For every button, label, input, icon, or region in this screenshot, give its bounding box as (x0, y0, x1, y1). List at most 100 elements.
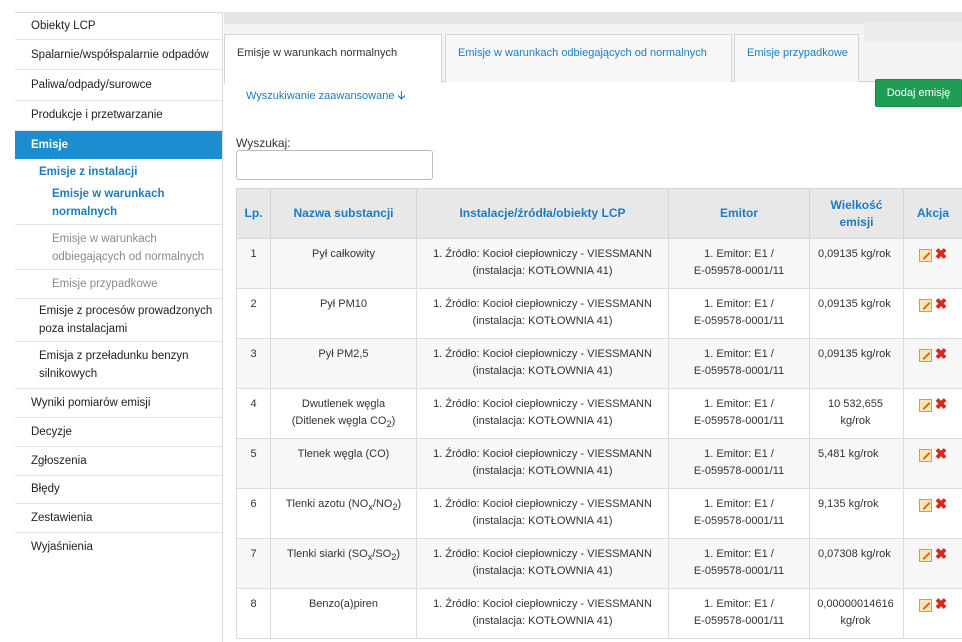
sidebar-item-paliwa[interactable]: Paliwa/odpady/surowce (15, 70, 222, 101)
emitter-code: E-059578-0001/11 (693, 415, 785, 427)
cell-lp: 1 (236, 238, 271, 289)
cell-emitter: 1. Emitor: E1 / E-059578-0001/11 (668, 388, 810, 439)
substance-mid: /SO (372, 548, 392, 560)
table-row: 6 Tlenki azotu (NOx/NO2) 1. Źródło: Koci… (236, 488, 962, 539)
sidebar-item-decyzje[interactable]: Decyzje (15, 418, 222, 447)
delete-icon[interactable]: ✖ (935, 397, 948, 412)
sidebar-item-wyniki-pomiarow[interactable]: Wyniki pomiarów emisji (15, 389, 222, 418)
cell-emitter: 1. Emitor: E1 / E-059578-0001/11 (668, 538, 810, 589)
installation-line: (instalacja: KOTŁOWNIA 41) (472, 465, 613, 477)
sidebar: Obiekty LCP Spalarnie/współspalarnie odp… (15, 12, 223, 642)
substance-name: Tlenki siarki (SO (287, 548, 368, 560)
sidebar-item-spalarnie[interactable]: Spalarnie/współspalarnie odpadów (15, 40, 222, 70)
sidebar-item-emisje-przypadkowe[interactable]: Emisje przypadkowe (15, 270, 222, 299)
table-row: 7 Tlenki siarki (SOx/SO2) 1. Źródło: Koc… (236, 538, 962, 589)
cell-action: ✖ (903, 588, 962, 639)
delete-icon[interactable]: ✖ (935, 347, 948, 362)
sidebar-item-emisje-z-instalacji[interactable]: Emisje z instalacji (15, 159, 222, 182)
header-installation[interactable]: Instalacje/źródła/obiekty LCP (416, 188, 669, 239)
substance-suffix: ) (391, 415, 396, 427)
cell-emitter: 1. Emitor: E1 / E-059578-0001/11 (668, 238, 810, 289)
advanced-search-link[interactable]: Wyszukiwanie zaawansowane 🡣 (246, 87, 405, 106)
cell-amount: 0,00000014616 kg/rok (809, 588, 904, 639)
installation-line: (instalacja: KOTŁOWNIA 41) (472, 515, 613, 527)
header-amount[interactable]: Wielkość emisji (809, 188, 904, 239)
cell-emitter: 1. Emitor: E1 / E-059578-0001/11 (668, 288, 810, 339)
delete-icon[interactable]: ✖ (935, 547, 948, 562)
cell-emitter: 1. Emitor: E1 / E-059578-0001/11 (668, 338, 810, 389)
cell-lp: 8 (236, 588, 271, 639)
cell-installation: 1. Źródło: Kocioł ciepłowniczy - VIESSMA… (416, 238, 669, 289)
header-amount-line1: Wielkość (830, 197, 883, 212)
table-row: 2 Pył PM10 1. Źródło: Kocioł ciepłownicz… (236, 288, 962, 339)
cell-amount: 9,135 kg/rok (809, 488, 904, 539)
delete-icon[interactable]: ✖ (935, 597, 948, 612)
cell-lp: 2 (236, 288, 271, 339)
edit-icon[interactable] (918, 449, 932, 463)
table-row: 1 Pył całkowity 1. Źródło: Kocioł ciepło… (236, 238, 962, 289)
emitter-code: E-059578-0001/11 (693, 565, 785, 577)
delete-icon[interactable]: ✖ (935, 497, 948, 512)
sidebar-item-emisje-normalne[interactable]: Emisje w warunkach normalnych (15, 182, 222, 225)
cell-action: ✖ (903, 388, 962, 439)
cell-lp: 4 (236, 388, 271, 439)
edit-icon[interactable] (918, 549, 932, 563)
tab-emisje-odbiegajace[interactable]: Emisje w warunkach odbiegających od norm… (445, 34, 732, 82)
add-emission-button[interactable]: Dodaj emisję (875, 79, 962, 107)
sidebar-item-produkcje[interactable]: Produkcje i przetwarzanie (15, 101, 222, 131)
edit-icon[interactable] (918, 499, 932, 513)
tab-emisje-normalne[interactable]: Emisje w warunkach normalnych (224, 34, 442, 83)
installation-line: (instalacja: KOTŁOWNIA 41) (472, 315, 613, 327)
substance-mid: /NO (372, 498, 393, 510)
edit-icon[interactable] (918, 249, 932, 263)
delete-icon[interactable]: ✖ (935, 447, 948, 462)
sidebar-item-emisja-przeladunek[interactable]: Emisja z przeładunku benzyn silnikowych (15, 342, 222, 389)
edit-icon[interactable] (918, 599, 932, 613)
source-line: 1. Źródło: Kocioł ciepłowniczy - VIESSMA… (433, 548, 652, 560)
header-amount-line2: emisji (839, 214, 874, 229)
cell-installation: 1. Źródło: Kocioł ciepłowniczy - VIESSMA… (416, 538, 669, 589)
search-input[interactable] (236, 150, 433, 180)
edit-icon[interactable] (918, 299, 932, 313)
delete-icon[interactable]: ✖ (935, 297, 948, 312)
table-row: 8 Benzo(a)piren 1. Źródło: Kocioł ciepło… (236, 588, 962, 639)
header-emitter[interactable]: Emitor (668, 188, 810, 239)
substance-name: Tlenki azotu (NO (285, 498, 369, 510)
sidebar-item-zgloszenia[interactable]: Zgłoszenia (15, 447, 222, 476)
cell-action: ✖ (903, 238, 962, 289)
emissions-table: Lp. Nazwa substancji Instalacje/źródła/o… (236, 188, 962, 639)
cell-lp: 5 (236, 438, 271, 489)
cell-action: ✖ (903, 488, 962, 539)
cell-substance: Tlenki azotu (NOx/NO2) (270, 488, 417, 539)
table-header-row: Lp. Nazwa substancji Instalacje/źródła/o… (236, 188, 962, 239)
sidebar-item-emisje-odbiegajace[interactable]: Emisje w warunkach odbiegających od norm… (15, 225, 222, 270)
source-line: 1. Źródło: Kocioł ciepłowniczy - VIESSMA… (433, 498, 652, 510)
sidebar-item-emisje[interactable]: Emisje (15, 131, 222, 159)
tab-emisje-przypadkowe[interactable]: Emisje przypadkowe (734, 34, 859, 82)
cell-installation: 1. Źródło: Kocioł ciepłowniczy - VIESSMA… (416, 438, 669, 489)
edit-icon[interactable] (918, 349, 932, 363)
delete-icon[interactable]: ✖ (935, 247, 948, 262)
sidebar-item-zestawienia[interactable]: Zestawienia (15, 504, 222, 533)
substance-name: Dwutlenek węgla (301, 398, 386, 410)
substance-suffix: ) (396, 548, 400, 560)
cell-action: ✖ (903, 438, 962, 489)
edit-icon[interactable] (918, 399, 932, 413)
sidebar-item-bledy[interactable]: Błędy (15, 476, 222, 504)
cell-substance: Benzo(a)piren (270, 588, 417, 639)
amount-unit: kg/rok (840, 615, 871, 627)
header-lp[interactable]: Lp. (236, 188, 271, 239)
sidebar-item-emisje-poza-instalacjami[interactable]: Emisje z procesów prowadzonych poza inst… (15, 299, 222, 342)
cell-amount: 5,481 kg/rok (809, 438, 904, 489)
sidebar-item-obiekty-lcp[interactable]: Obiekty LCP (15, 13, 222, 40)
cell-action: ✖ (903, 338, 962, 389)
source-line: 1. Źródło: Kocioł ciepłowniczy - VIESSMA… (433, 598, 652, 610)
cell-lp: 3 (236, 338, 271, 389)
sidebar-item-wyjasnienia[interactable]: Wyjaśnienia (15, 533, 222, 561)
header-substance[interactable]: Nazwa substancji (270, 188, 417, 239)
installation-line: (instalacja: KOTŁOWNIA 41) (472, 415, 613, 427)
substance-alt-name: (Ditlenek węgla CO (291, 415, 387, 427)
emitter-line: 1. Emitor: E1 / (704, 598, 774, 610)
source-line: 1. Źródło: Kocioł ciepłowniczy - VIESSMA… (433, 448, 652, 460)
cell-installation: 1. Źródło: Kocioł ciepłowniczy - VIESSMA… (416, 588, 669, 639)
